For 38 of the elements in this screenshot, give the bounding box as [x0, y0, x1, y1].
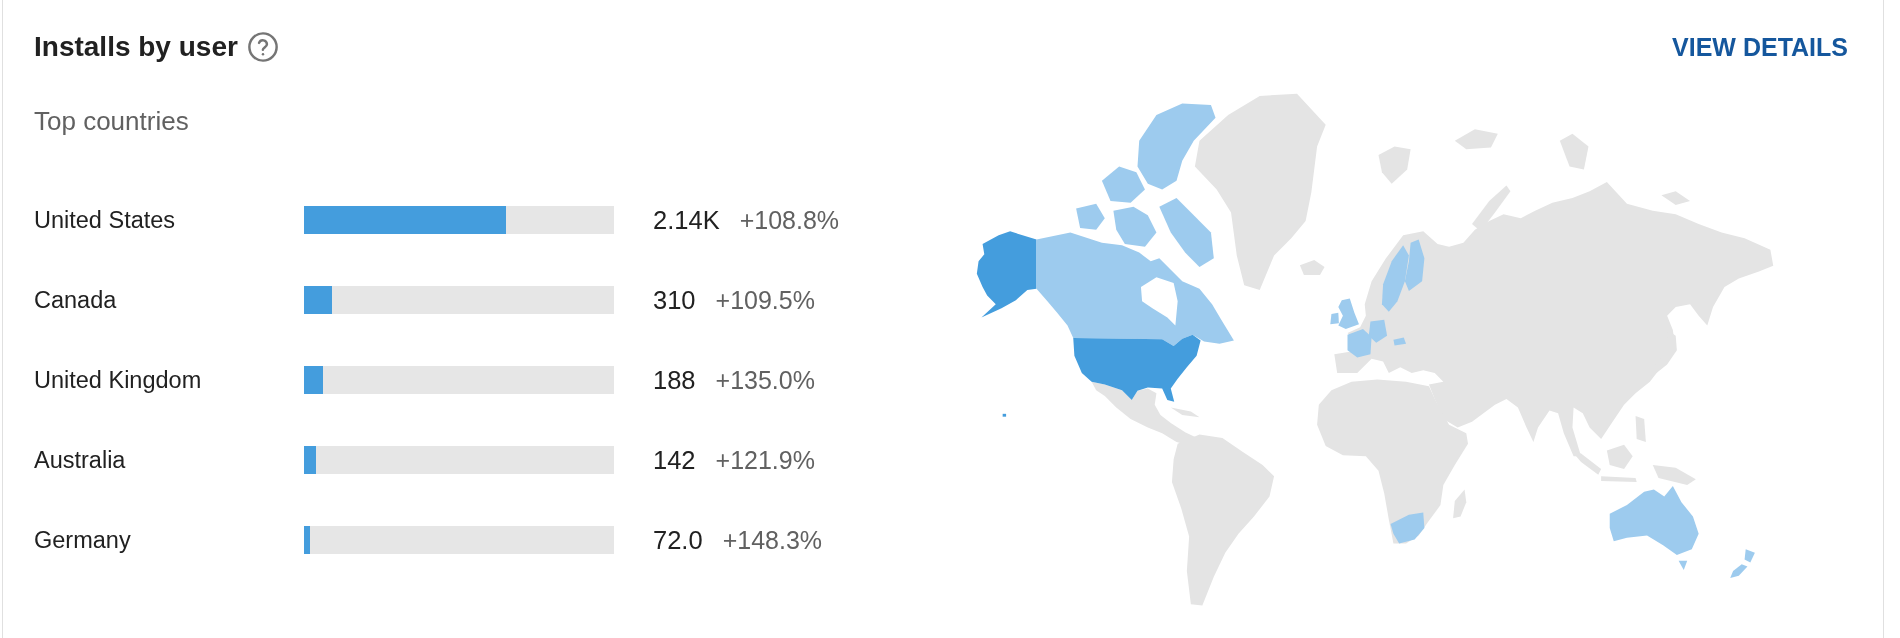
island-shape — [1454, 129, 1498, 150]
card-title: Installs by user — [34, 30, 238, 64]
island-shape — [1559, 133, 1589, 170]
island-shape — [1113, 206, 1157, 247]
change-percent: +121.9% — [715, 445, 815, 475]
view-details-button[interactable]: VIEW DETAILS — [1672, 30, 1848, 64]
finland-shape — [1404, 239, 1425, 292]
germany-shape — [1368, 319, 1388, 343]
install-count: 72.0 — [653, 525, 703, 555]
hungary-shape — [1393, 337, 1407, 346]
country-name: Canada — [34, 286, 117, 314]
island-shape — [1661, 191, 1691, 205]
island-shape — [1170, 407, 1200, 418]
section-subtitle: Top countries — [34, 106, 189, 136]
install-count: 142 — [653, 445, 696, 475]
island-shape — [1635, 416, 1646, 442]
island-shape — [1159, 198, 1214, 267]
island-shape — [1002, 413, 1007, 417]
island-shape — [1378, 146, 1411, 184]
france-shape — [1347, 328, 1372, 358]
country-name: United Kingdom — [34, 366, 202, 394]
country-name: United States — [34, 206, 176, 234]
sweden-shape — [1381, 245, 1409, 312]
change-percent: +148.3% — [722, 525, 823, 555]
tasmania-shape — [1678, 560, 1688, 570]
south-africa-shape — [1390, 512, 1425, 544]
change-percent: +108.8% — [739, 205, 840, 235]
island-shape — [1606, 444, 1633, 469]
install-count: 310 — [653, 285, 696, 315]
country-name: Germany — [34, 526, 131, 554]
help-icon[interactable] — [247, 32, 278, 62]
install-count: 2.14K — [653, 205, 720, 235]
change-percent: +109.5% — [715, 285, 815, 315]
madagascar-shape — [1453, 489, 1467, 519]
change-percent: +135.0% — [715, 365, 815, 395]
iceland-shape — [1299, 260, 1325, 275]
country-name: Australia — [34, 446, 126, 474]
install-count: 188 — [653, 365, 696, 395]
